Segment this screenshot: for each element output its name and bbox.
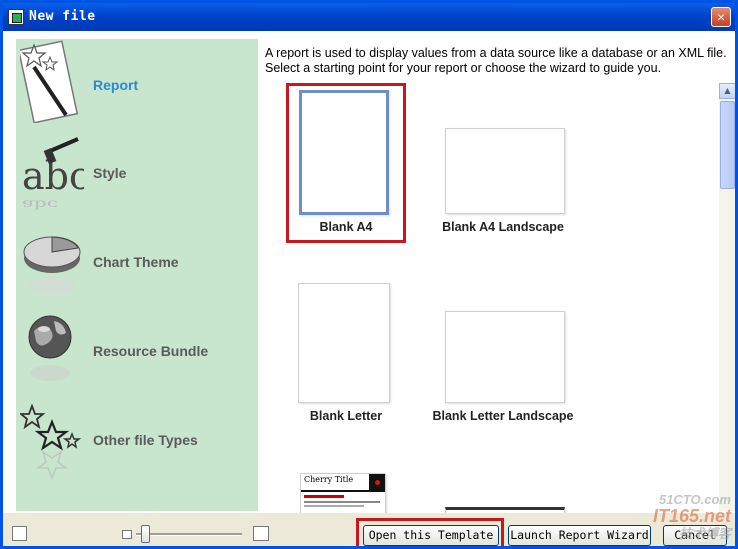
close-icon: ✕ bbox=[717, 10, 725, 25]
sidebar-item-style[interactable]: abc abc Style bbox=[16, 131, 258, 219]
sidebar-item-report[interactable]: Report bbox=[16, 39, 258, 127]
template-thumbnail bbox=[298, 283, 390, 403]
file-type-sidebar: Report abc abc Style Chart Theme Resourc… bbox=[16, 39, 258, 511]
watermark-line-2: IT165.net bbox=[652, 506, 731, 526]
scroll-up-button[interactable]: ▲ bbox=[719, 83, 735, 99]
zoom-slider-thumb[interactable] bbox=[140, 525, 150, 543]
template-thumbnail bbox=[445, 128, 565, 214]
cherry-header: Cherry Title bbox=[301, 474, 385, 492]
chart-pie-icon bbox=[23, 236, 81, 294]
stars-icon bbox=[20, 403, 82, 481]
sidebar-item-label: Resource Bundle bbox=[93, 343, 209, 359]
template-name: Blank Letter Landscape bbox=[432, 409, 574, 423]
template-blank-a4-landscape[interactable]: Blank A4 Landscape bbox=[428, 83, 578, 243]
description-line-1: A report is used to display values from … bbox=[265, 46, 727, 60]
description-line-2: Select a starting point for your report … bbox=[265, 61, 662, 75]
report-wand-icon bbox=[20, 40, 79, 123]
sidebar-item-other-file-types[interactable]: Other file Types bbox=[16, 398, 258, 486]
new-file-dialog: New file ✕ Report abc abc Style Chart Th… bbox=[0, 0, 738, 549]
template-cherry[interactable]: Cherry Title bbox=[298, 473, 388, 513]
window-title: New file bbox=[29, 9, 96, 24]
scroll-thumb[interactable] bbox=[720, 101, 735, 189]
app-icon bbox=[8, 9, 24, 25]
style-brush-icon: abc abc bbox=[22, 137, 84, 212]
sidebar-item-label: Chart Theme bbox=[93, 254, 179, 270]
svg-text:abc: abc bbox=[22, 198, 58, 212]
title-bar[interactable]: New file ✕ bbox=[3, 3, 735, 31]
sidebar-item-label: Style bbox=[93, 165, 127, 181]
dialog-footer: Open this Template Launch Report Wizard … bbox=[3, 513, 735, 546]
cherry-title-text: Cherry Title bbox=[304, 475, 354, 484]
zoom-slider-track[interactable] bbox=[136, 533, 242, 536]
template-thumbnail: Cherry Title bbox=[300, 473, 386, 513]
zoom-out-icon[interactable] bbox=[122, 530, 132, 539]
watermark: 51CTO.com IT165.net 技术博客 bbox=[653, 491, 731, 542]
template-name: Blank A4 Landscape bbox=[442, 220, 564, 234]
template-thumbnail bbox=[299, 90, 389, 215]
zoom-in-icon[interactable] bbox=[253, 526, 269, 541]
template-gallery[interactable]: Blank A4 Blank A4 Landscape Blank Letter… bbox=[268, 83, 718, 513]
close-button[interactable]: ✕ bbox=[711, 7, 731, 27]
sidebar-item-chart-theme[interactable]: Chart Theme bbox=[16, 220, 258, 308]
sidebar-item-resource-bundle[interactable]: Resource Bundle bbox=[16, 309, 258, 397]
template-name: Blank Letter bbox=[309, 409, 383, 423]
cherry-image bbox=[369, 474, 385, 490]
open-template-button[interactable]: Open this Template bbox=[363, 525, 499, 546]
template-description: A report is used to display values from … bbox=[265, 46, 735, 76]
sidebar-item-label: Other file Types bbox=[93, 432, 198, 448]
watermark-line-3: 技术博客 bbox=[678, 526, 731, 541]
sidebar-item-label: Report bbox=[93, 77, 139, 93]
launch-wizard-button[interactable]: Launch Report Wizard bbox=[508, 525, 651, 546]
template-blank-a4[interactable]: Blank A4 bbox=[286, 83, 406, 243]
template-blank-letter[interactable]: Blank Letter bbox=[286, 281, 406, 431]
template-name: Blank A4 bbox=[319, 220, 373, 234]
fit-to-window-icon[interactable] bbox=[12, 526, 27, 541]
globe-icon bbox=[28, 315, 72, 381]
template-blank-letter-landscape[interactable]: Blank Letter Landscape bbox=[428, 281, 578, 431]
template-scrollbar[interactable]: ▲ bbox=[719, 83, 735, 511]
template-thumbnail bbox=[445, 311, 565, 403]
